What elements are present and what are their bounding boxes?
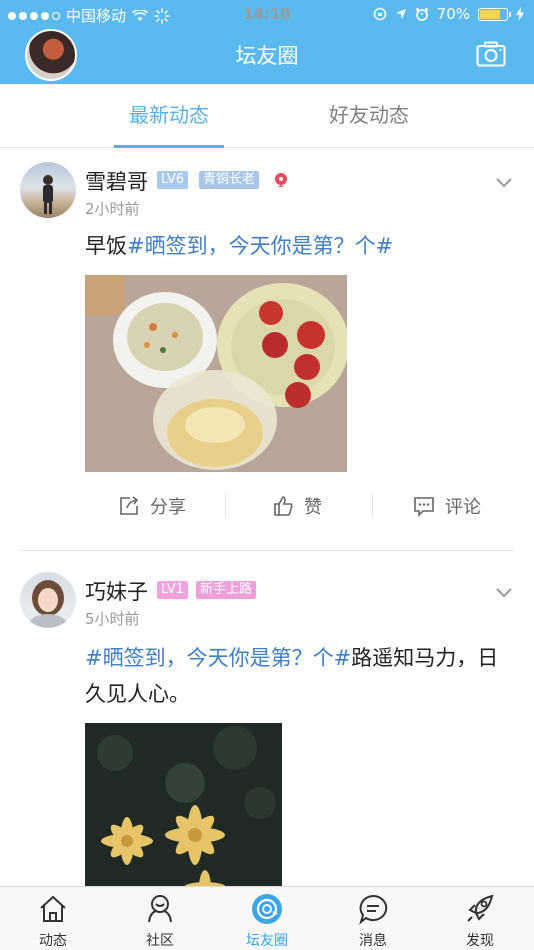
nav-label: 消息 [359, 933, 387, 949]
gender-female-icon [275, 173, 287, 187]
username[interactable]: 雪碧哥 [85, 166, 148, 196]
like-icon [274, 496, 293, 516]
title-badge: 青铜长老 [199, 171, 260, 189]
home-icon [40, 895, 66, 922]
nav-item-dynamics[interactable]: 动态 [13, 887, 93, 950]
level-badge: LV6 [157, 171, 188, 189]
nav-item-community[interactable]: 社区 [120, 887, 200, 950]
rocket-icon [467, 894, 494, 922]
nav-item-discover[interactable]: 发现 [440, 887, 520, 950]
action-divider [372, 494, 373, 518]
content-text: 早饭 [85, 234, 127, 258]
username[interactable]: 巧妹子 [85, 576, 148, 606]
charging-icon [516, 7, 524, 21]
forum-circle-icon [252, 894, 282, 924]
location-icon [395, 9, 406, 19]
comment-button[interactable]: 评论 [413, 486, 481, 526]
post-time: 2小时前 [85, 200, 140, 218]
like-label: 赞 [304, 497, 322, 518]
hashtag-link[interactable]: #晒签到，今天你是第？个# [127, 234, 393, 258]
battery-percent: 70% [436, 5, 470, 23]
feed-tabs: 最新动态 好友动态 [0, 84, 534, 148]
breakfast-photo [85, 275, 347, 472]
user-avatar[interactable] [20, 572, 76, 628]
bottom-tab-bar: 动态 社区 坛友圈 消息 发现 [0, 886, 534, 950]
app-screen: 中国移动 14:10 70% 坛友圈 最新动态 好友动态 雪碧哥 LV6 青铜长… [0, 0, 534, 950]
post-actions: 分享 赞 评论 [0, 486, 534, 526]
like-button[interactable]: 赞 [272, 486, 322, 526]
comment-label: 评论 [445, 497, 481, 518]
page-title: 坛友圈 [235, 44, 299, 68]
share-label: 分享 [150, 497, 186, 518]
message-icon [359, 894, 388, 925]
post-photo[interactable] [85, 723, 282, 886]
post-divider [20, 550, 514, 551]
user-avatar[interactable] [20, 162, 76, 218]
person-photo [43, 175, 53, 214]
header: 中国移动 14:10 70% 坛友圈 [0, 0, 534, 84]
nav-label: 动态 [39, 933, 67, 949]
title-badge: 新手上路 [196, 581, 257, 599]
level-badge: LV1 [157, 581, 188, 599]
status-bar: 中国移动 14:10 70% [0, 0, 534, 28]
chevron-down-icon[interactable] [496, 178, 512, 188]
feed: 雪碧哥 LV6 青铜长老 2小时前 早饭#晒签到，今天你是第？个# 分享 赞 评… [0, 148, 534, 886]
alarm-icon [415, 8, 428, 21]
tab-latest[interactable]: 最新动态 [114, 84, 224, 148]
hashtag-link[interactable]: #晒签到，今天你是第？个# [85, 646, 351, 670]
post-content: #晒签到，今天你是第？个#路遥知马力，日久见人心。 [85, 640, 510, 712]
chevron-down-icon[interactable] [496, 588, 512, 598]
post-photo[interactable] [85, 275, 347, 472]
action-divider [225, 494, 226, 518]
nav-label: 发现 [466, 933, 494, 949]
post-content: 早饭#晒签到，今天你是第？个# [85, 228, 510, 264]
battery-icon [478, 7, 511, 21]
camera-icon[interactable] [476, 41, 506, 67]
comment-icon [414, 497, 434, 517]
flowers-photo [85, 723, 282, 886]
nav-item-forum-circle[interactable]: 坛友圈 [227, 887, 307, 950]
post-time: 5小时前 [85, 610, 140, 628]
status-right: 70% [373, 5, 524, 23]
nav-label: 坛友圈 [246, 933, 288, 949]
tab-friends[interactable]: 好友动态 [314, 84, 424, 148]
community-icon [148, 895, 172, 923]
share-button[interactable]: 分享 [118, 486, 186, 526]
rotation-lock-icon [373, 7, 386, 21]
share-icon [120, 496, 139, 515]
nav-label: 社区 [146, 933, 174, 949]
nav-item-messages[interactable]: 消息 [333, 887, 413, 950]
person-photo [28, 580, 68, 628]
